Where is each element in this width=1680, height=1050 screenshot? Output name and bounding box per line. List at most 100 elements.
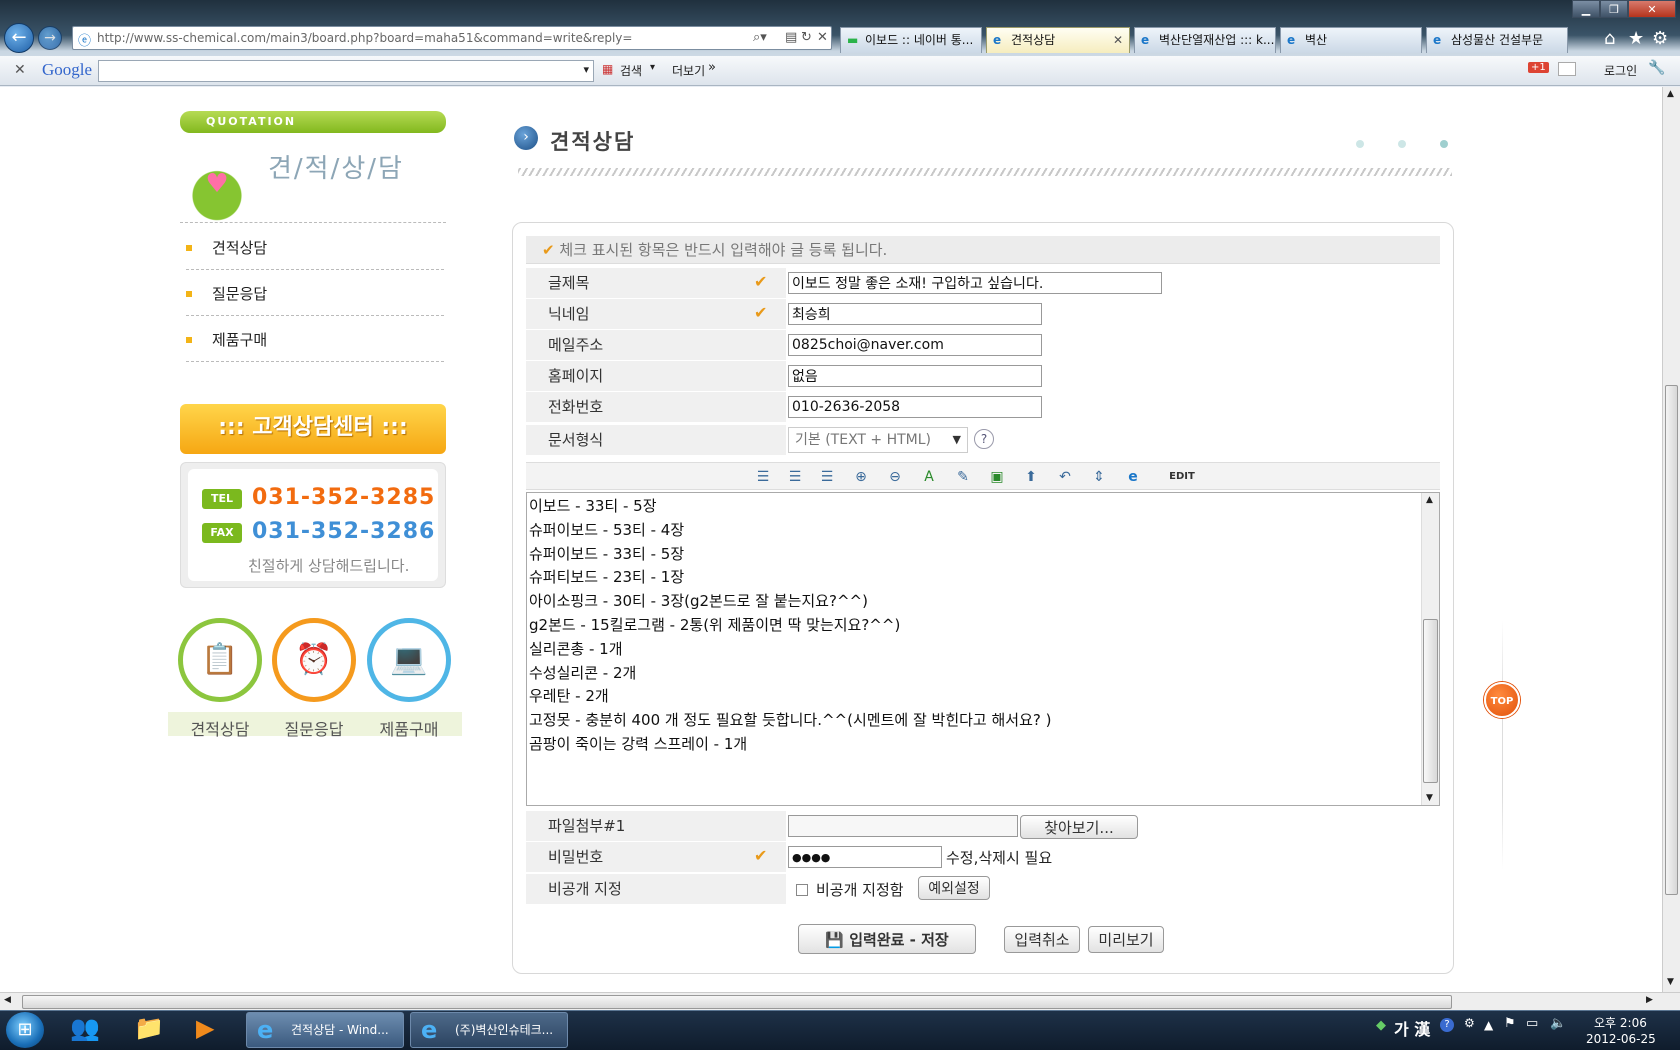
image-icon[interactable]: ▣ — [986, 467, 1008, 487]
tab-byucksan-insul[interactable]: e 벽산단열재산업 ::: k... — [1134, 27, 1276, 53]
quick-label[interactable]: 제품구매 — [361, 716, 457, 740]
clock-time[interactable]: 오후 2:06 — [1594, 1014, 1647, 1031]
ie-preview-icon[interactable]: e — [1122, 467, 1144, 487]
wrench-icon[interactable]: 🔧 — [1648, 60, 1665, 76]
phone-input[interactable] — [788, 396, 1042, 418]
quick-qna-button[interactable]: ⏰ — [272, 618, 356, 702]
scroll-top-button[interactable]: TOP — [1484, 682, 1520, 718]
gear-icon[interactable]: ⚙ — [1652, 28, 1668, 49]
google-search-input[interactable]: ▾ — [98, 60, 594, 82]
align-center-icon[interactable]: ☰ — [784, 467, 806, 487]
media-player-icon[interactable]: ▶ — [196, 1014, 214, 1042]
action-center-flag-icon[interactable]: ⚑ — [1504, 1016, 1516, 1031]
compat-view-icon[interactable]: ▤ — [785, 30, 797, 45]
quick-purchase-button[interactable]: 💻 — [367, 618, 451, 702]
chevron-down-icon[interactable]: ▾ — [583, 63, 589, 76]
close-toolbar-icon[interactable]: ✕ — [14, 62, 26, 78]
scroll-down-icon[interactable]: ▼ — [1426, 793, 1433, 803]
taskbar-item-quotation[interactable]: e 견적상담 - Wind... — [246, 1012, 404, 1048]
resize-icon[interactable]: ⇕ — [1088, 467, 1110, 487]
forward-button[interactable]: → — [38, 26, 62, 50]
close-icon[interactable]: ✕ — [1113, 28, 1123, 52]
refresh-icon[interactable]: ↻ — [801, 30, 812, 45]
homepage-input[interactable] — [788, 365, 1042, 387]
browse-button[interactable]: 찾아보기... — [1020, 815, 1138, 839]
tab-samsung[interactable]: e 삼성물산 건설부문 — [1426, 27, 1568, 53]
edit-mode-button[interactable]: EDIT — [1158, 467, 1206, 487]
ime-indicator-icon[interactable]: ◆ — [1376, 1018, 1386, 1033]
bookmark-icon[interactable]: ⬆ — [1020, 467, 1042, 487]
cancel-button[interactable]: 입력취소 — [1004, 926, 1080, 953]
tray-expand-icon[interactable]: ▲ — [1484, 1018, 1493, 1032]
page-hscroll-thumb[interactable] — [22, 995, 1452, 1009]
taskbar-item-byucksan[interactable]: e (주)벽산인슈테크... — [410, 1012, 568, 1048]
stop-icon[interactable]: ✕ — [817, 30, 828, 45]
email-label: 메일주소 — [526, 330, 786, 360]
page-horizontal-scrollbar[interactable]: ◀ ▶ — [0, 992, 1680, 1012]
network-icon[interactable]: ▭ — [1526, 1016, 1538, 1031]
editor-scrollbar[interactable]: ▲ ▼ — [1421, 493, 1439, 805]
tab-naver[interactable]: ▬ 이보드 :: 네이버 통... — [840, 27, 982, 53]
password-input[interactable] — [788, 846, 942, 868]
scroll-up-icon[interactable]: ▲ — [1426, 495, 1433, 505]
clock-date[interactable]: 2012-06-25 — [1586, 1032, 1656, 1046]
tray-settings-icon[interactable]: ⚙ — [1464, 1016, 1475, 1030]
attach-input[interactable] — [788, 815, 1018, 837]
quick-label[interactable]: 질문응답 — [266, 716, 362, 740]
notification-box[interactable] — [1558, 62, 1576, 76]
favorites-icon[interactable]: ★ — [1628, 28, 1644, 49]
zoom-in-icon[interactable]: ⊕ — [850, 467, 872, 487]
align-right-icon[interactable]: ☰ — [816, 467, 838, 487]
font-color-icon[interactable]: ✎ — [952, 467, 974, 487]
undo-icon[interactable]: ↶ — [1054, 467, 1076, 487]
doc-format-select[interactable]: 기본 (TEXT + HTML) ▼ — [788, 427, 968, 453]
sidebar-title: 견/적/상/담 — [268, 154, 404, 184]
more-button[interactable]: 더보기 — [672, 62, 705, 79]
page-scroll-thumb[interactable] — [1665, 385, 1678, 895]
ime-mode[interactable]: 가 漢 — [1394, 1016, 1430, 1040]
start-button[interactable]: ⊞ — [6, 1012, 44, 1048]
scroll-down-icon[interactable]: ▼ — [1667, 977, 1674, 987]
subject-input[interactable] — [788, 272, 1162, 294]
back-button[interactable]: ← — [4, 23, 34, 53]
quick-quotation-button[interactable]: 📋 — [178, 618, 262, 702]
private-checkbox[interactable] — [796, 884, 808, 896]
exception-setting-button[interactable]: 예외설정 — [918, 876, 990, 900]
volume-icon[interactable]: 🔈 — [1550, 1016, 1566, 1031]
login-button[interactable]: 로그인 — [1604, 62, 1637, 79]
messenger-icon[interactable]: 👥 — [70, 1014, 100, 1042]
nickname-input[interactable] — [788, 303, 1042, 325]
email-input[interactable] — [788, 334, 1042, 356]
help-icon[interactable]: ? — [1440, 1018, 1454, 1032]
tab-byucksan[interactable]: e 벽산 — [1280, 27, 1422, 53]
google-plus-badge[interactable]: +1 — [1528, 62, 1549, 73]
sidebar-item-quotation[interactable]: 견적상담 — [186, 226, 444, 270]
tab-quotation[interactable]: e 견적상담 ✕ — [986, 27, 1130, 53]
address-bar[interactable]: ⓔ http://www.ss-chemical.com/main3/board… — [72, 26, 832, 50]
help-icon[interactable]: ? — [974, 429, 994, 449]
scroll-left-icon[interactable]: ◀ — [4, 995, 11, 1005]
restore-button[interactable]: ❐ — [1600, 0, 1628, 18]
sidebar-item-qna[interactable]: 질문응답 — [186, 272, 444, 316]
content-editor[interactable]: 이보드 - 33티 - 5장 슈퍼이보드 - 53티 - 4장 슈퍼이보드 - … — [526, 492, 1440, 806]
minimize-button[interactable]: ▁ — [1572, 0, 1600, 18]
tab-label: 이보드 :: 네이버 통... — [865, 33, 974, 47]
scroll-right-icon[interactable]: ▶ — [1646, 995, 1653, 1005]
scroll-up-icon[interactable]: ▲ — [1667, 89, 1674, 99]
editor-scroll-thumb[interactable] — [1423, 619, 1438, 783]
search-icon[interactable]: ⌕▾ — [753, 30, 767, 45]
close-window-button[interactable]: ✕ — [1628, 0, 1676, 18]
tel-badge: TEL — [202, 489, 242, 509]
font-size-icon[interactable]: A — [918, 467, 940, 487]
submit-save-button[interactable]: 💾 입력완료 - 저장 — [798, 924, 976, 954]
folder-icon[interactable]: 📁 — [134, 1014, 164, 1042]
google-search-button[interactable]: 검색 — [620, 62, 642, 79]
preview-button[interactable]: 미리보기 — [1088, 926, 1164, 953]
align-left-icon[interactable]: ☰ — [752, 467, 774, 487]
ie-icon: e — [1141, 33, 1150, 47]
home-icon[interactable]: ⌂ — [1604, 28, 1615, 49]
page-vertical-scrollbar[interactable]: ▲ ▼ — [1662, 87, 1680, 992]
quick-label[interactable]: 견적상담 — [172, 716, 268, 740]
zoom-out-icon[interactable]: ⊖ — [884, 467, 906, 487]
sidebar-item-purchase[interactable]: 제품구매 — [186, 318, 444, 362]
